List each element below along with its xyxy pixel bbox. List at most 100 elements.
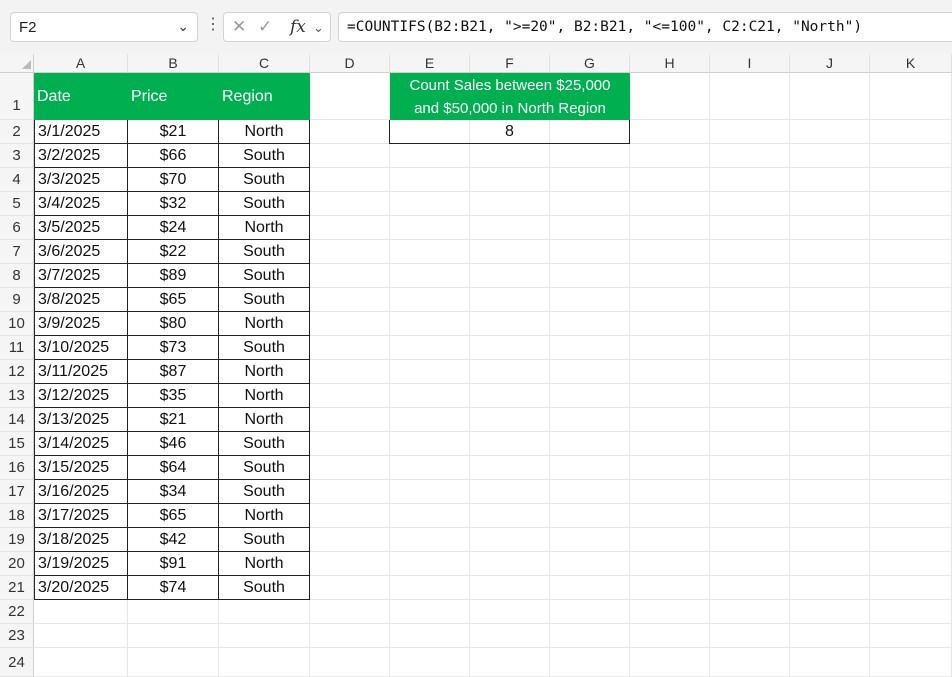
table-cell[interactable]: South xyxy=(219,456,310,480)
row-header-16[interactable]: 16 xyxy=(0,456,34,480)
cancel-icon[interactable]: ✕ xyxy=(232,17,246,37)
table-cell[interactable]: $24 xyxy=(128,216,219,240)
select-all-icon[interactable] xyxy=(22,60,31,69)
table-cell[interactable]: 3/3/2025 xyxy=(34,168,128,192)
table-cell[interactable]: 3/6/2025 xyxy=(34,240,128,264)
table-cell[interactable]: $89 xyxy=(128,264,219,288)
column-header-A[interactable]: A xyxy=(34,54,128,73)
table-cell[interactable]: $64 xyxy=(128,456,219,480)
enter-icon[interactable]: ✓ xyxy=(258,17,272,37)
table-cell[interactable]: North xyxy=(219,408,310,432)
row-header-23[interactable]: 23 xyxy=(0,624,34,648)
table-cell[interactable]: 3/1/2025 xyxy=(34,120,128,144)
table-cell[interactable]: 3/19/2025 xyxy=(34,552,128,576)
table-cell[interactable]: 3/4/2025 xyxy=(34,192,128,216)
table-cell[interactable]: $80 xyxy=(128,312,219,336)
row-header-3[interactable]: 3 xyxy=(0,144,34,168)
table-cell[interactable]: $91 xyxy=(128,552,219,576)
table-cell[interactable]: $35 xyxy=(128,384,219,408)
row-header-6[interactable]: 6 xyxy=(0,216,34,240)
row-header-7[interactable]: 7 xyxy=(0,240,34,264)
table-header-cell[interactable]: Region xyxy=(219,73,310,120)
table-cell[interactable]: 3/12/2025 xyxy=(34,384,128,408)
row-header-10[interactable]: 10 xyxy=(0,312,34,336)
table-cell[interactable]: 3/15/2025 xyxy=(34,456,128,480)
table-cell[interactable]: $65 xyxy=(128,504,219,528)
column-header-C[interactable]: C xyxy=(219,54,310,73)
row-header-21[interactable]: 21 xyxy=(0,576,34,600)
row-header-20[interactable]: 20 xyxy=(0,552,34,576)
row-header-14[interactable]: 14 xyxy=(0,408,34,432)
table-cell[interactable]: 3/10/2025 xyxy=(34,336,128,360)
table-cell[interactable]: South xyxy=(219,480,310,504)
table-cell[interactable]: $73 xyxy=(128,336,219,360)
column-header-J[interactable]: J xyxy=(790,54,870,73)
column-header-B[interactable]: B xyxy=(128,54,219,73)
table-cell[interactable]: 3/20/2025 xyxy=(34,576,128,600)
row-header-19[interactable]: 19 xyxy=(0,528,34,552)
table-cell[interactable]: South xyxy=(219,168,310,192)
table-cell[interactable]: 3/13/2025 xyxy=(34,408,128,432)
table-cell[interactable]: $65 xyxy=(128,288,219,312)
table-cell[interactable]: 3/7/2025 xyxy=(34,264,128,288)
row-header-17[interactable]: 17 xyxy=(0,480,34,504)
chevron-down-icon[interactable]: ⌄ xyxy=(313,20,324,36)
row-header-13[interactable]: 13 xyxy=(0,384,34,408)
table-cell[interactable]: $34 xyxy=(128,480,219,504)
column-header-I[interactable]: I xyxy=(710,54,790,73)
table-cell[interactable]: $21 xyxy=(128,120,219,144)
column-header-D[interactable]: D xyxy=(310,54,390,73)
row-header-1[interactable]: 1 xyxy=(0,73,34,120)
name-box[interactable]: F2 ⌄ xyxy=(10,12,198,42)
row-header-5[interactable]: 5 xyxy=(0,192,34,216)
table-cell[interactable]: South xyxy=(219,192,310,216)
table-cell[interactable]: $42 xyxy=(128,528,219,552)
table-cell[interactable]: North xyxy=(219,504,310,528)
table-cell[interactable]: 3/14/2025 xyxy=(34,432,128,456)
table-cell[interactable]: South xyxy=(219,336,310,360)
table-cell[interactable]: $66 xyxy=(128,144,219,168)
summary-title-cell[interactable]: Count Sales between $25,000 and $50,000 i… xyxy=(390,73,630,120)
column-header-K[interactable]: K xyxy=(870,54,952,73)
chevron-down-icon[interactable]: ⌄ xyxy=(177,18,189,35)
table-cell[interactable]: $74 xyxy=(128,576,219,600)
row-header-9[interactable]: 9 xyxy=(0,288,34,312)
table-cell[interactable]: South xyxy=(219,576,310,600)
table-cell[interactable]: South xyxy=(219,528,310,552)
table-cell[interactable]: $32 xyxy=(128,192,219,216)
table-cell[interactable]: South xyxy=(219,144,310,168)
column-header-F[interactable]: F xyxy=(470,54,550,73)
row-header-2[interactable]: 2 xyxy=(0,120,34,144)
row-header-22[interactable]: 22 xyxy=(0,600,34,624)
column-header-H[interactable]: H xyxy=(630,54,710,73)
table-cell[interactable]: 3/8/2025 xyxy=(34,288,128,312)
table-cell[interactable]: North xyxy=(219,120,310,144)
table-cell[interactable]: South xyxy=(219,288,310,312)
table-cell[interactable]: North xyxy=(219,216,310,240)
row-header-12[interactable]: 12 xyxy=(0,360,34,384)
table-cell[interactable]: South xyxy=(219,240,310,264)
table-cell[interactable]: North xyxy=(219,360,310,384)
summary-result-cell[interactable]: 8 xyxy=(389,120,630,144)
table-cell[interactable]: 3/16/2025 xyxy=(34,480,128,504)
table-cell[interactable]: $70 xyxy=(128,168,219,192)
more-options-icon[interactable]: ⋮ xyxy=(205,14,221,34)
table-header-cell[interactable]: Price xyxy=(128,73,219,120)
column-header-E[interactable]: E xyxy=(390,54,470,73)
table-cell[interactable]: North xyxy=(219,552,310,576)
table-cell[interactable]: 3/2/2025 xyxy=(34,144,128,168)
row-header-18[interactable]: 18 xyxy=(0,504,34,528)
table-cell[interactable]: South xyxy=(219,264,310,288)
row-header-4[interactable]: 4 xyxy=(0,168,34,192)
table-cell[interactable]: South xyxy=(219,432,310,456)
row-header-11[interactable]: 11 xyxy=(0,336,34,360)
table-cell[interactable]: $22 xyxy=(128,240,219,264)
table-cell[interactable]: 3/18/2025 xyxy=(34,528,128,552)
table-cell[interactable]: $87 xyxy=(128,360,219,384)
table-cell[interactable]: 3/5/2025 xyxy=(34,216,128,240)
table-cell[interactable]: North xyxy=(219,312,310,336)
row-header-24[interactable]: 24 xyxy=(0,648,34,677)
table-cell[interactable]: 3/11/2025 xyxy=(34,360,128,384)
table-cell[interactable]: 3/9/2025 xyxy=(34,312,128,336)
row-header-15[interactable]: 15 xyxy=(0,432,34,456)
